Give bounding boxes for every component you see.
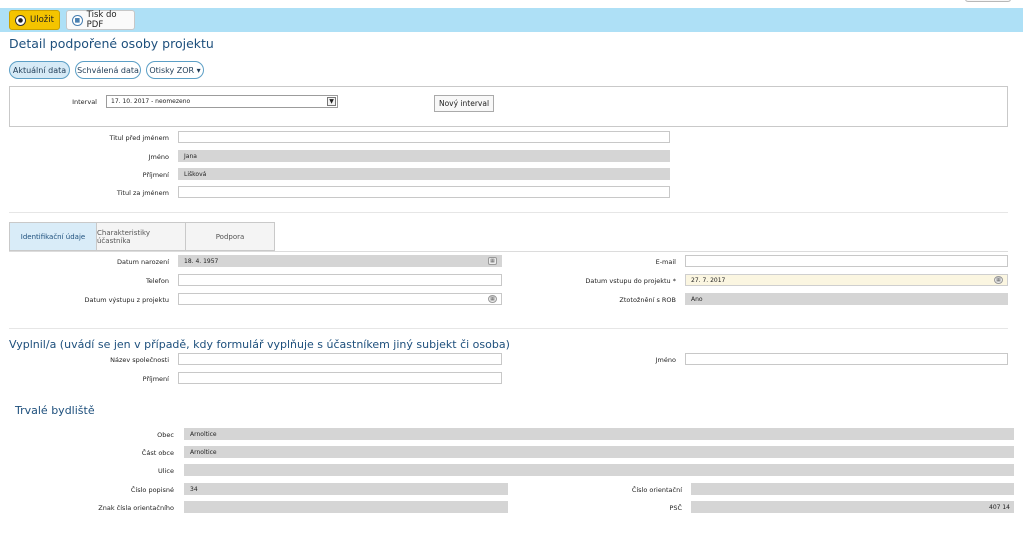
print-pdf-label: Tisk do PDF (86, 10, 117, 30)
chevron-down-icon: ▼ (327, 97, 336, 106)
title-before-label: Titul před jménem (109, 134, 169, 142)
birth-date-value: 18. 4. 1957 (184, 257, 219, 265)
co-sign-label: Znak čísla orientačního (98, 504, 174, 512)
lock-icon: ● (15, 14, 26, 26)
zor-dropdown[interactable]: Otisky ZOR ▾ (146, 61, 204, 79)
new-interval-button[interactable]: Nový interval (434, 95, 494, 112)
tab-support[interactable]: Podpora (185, 222, 275, 251)
tab-current-data[interactable]: Aktuální data (9, 61, 70, 79)
calendar-icon: ▦ (488, 257, 497, 265)
birth-date-field: 18. 4. 1957 ▦ (178, 255, 502, 267)
part-label: Část obce (141, 449, 174, 457)
print-icon: ■ (72, 14, 83, 26)
company-label: Název společnosti (110, 356, 169, 364)
phone-label: Telefon (145, 277, 169, 285)
divider (9, 212, 1008, 213)
first-name-field: Jana (178, 150, 670, 162)
first-name-label: Jméno (148, 153, 169, 161)
entry-date-label: Datum vstupu do projektu * (585, 277, 676, 285)
birth-date-label: Datum narození (117, 258, 169, 266)
zip-field: 407 14 (691, 501, 1014, 513)
address-title: Trvalé bydliště (15, 404, 95, 417)
filled-first-name-field[interactable] (685, 353, 1008, 365)
exit-date-label: Datum výstupu z projektu (84, 296, 169, 304)
title-after-field[interactable] (178, 186, 670, 198)
filled-last-name-field[interactable] (178, 372, 502, 384)
cp-field: 34 (184, 483, 508, 495)
entry-date-value: 27. 7. 2017 (691, 276, 726, 284)
phone-field[interactable] (178, 274, 502, 286)
city-field: Arnoltice (184, 428, 1014, 440)
tabs-underline (9, 251, 1008, 252)
co-sign-field (184, 501, 508, 513)
filled-by-title: Vyplnil/a (uvádí se jen v případě, kdy f… (9, 338, 510, 351)
page-title: Detail podpořené osoby projektu (9, 36, 214, 51)
divider (9, 328, 1008, 329)
filled-last-name-label: Příjmení (142, 375, 169, 383)
save-label: Uložit (30, 15, 54, 25)
rob-label: Ztotožnění s ROB (619, 296, 676, 304)
email-label: E-mail (655, 258, 676, 266)
save-button[interactable]: ● Uložit (9, 10, 60, 30)
email-field[interactable] (685, 255, 1008, 267)
street-label: Ulice (158, 467, 174, 475)
interval-select[interactable]: 17. 10. 2017 - neomezeno ▼ (106, 95, 338, 108)
calendar-icon[interactable]: ▦ (994, 276, 1003, 284)
last-name-label: Příjmení (142, 171, 169, 179)
toolbar (0, 8, 1023, 32)
tab-characteristics[interactable]: Charakteristiky účastníka (96, 222, 186, 251)
part-field: Arnoltice (184, 446, 1014, 458)
last-name-field: Lišková (178, 168, 670, 180)
title-before-field[interactable] (178, 131, 670, 143)
filled-first-name-label: Jméno (655, 356, 676, 364)
cp-label: Číslo popisné (130, 486, 174, 494)
city-label: Obec (157, 431, 174, 439)
co-label: Číslo orientační (631, 486, 682, 494)
calendar-icon[interactable]: ▦ (488, 295, 497, 303)
co-field (691, 483, 1014, 495)
print-pdf-button[interactable]: ■ Tisk do PDF (66, 10, 135, 30)
exit-date-field[interactable]: ▦ (178, 293, 502, 305)
tab-identification[interactable]: Identifikační údaje (9, 222, 97, 251)
tab-approved-data[interactable]: Schválená data (75, 61, 141, 79)
entry-date-field[interactable]: 27. 7. 2017 ▦ (685, 274, 1008, 286)
title-after-label: Titul za jménem (116, 189, 169, 197)
zip-label: PSČ (669, 504, 682, 512)
interval-label: Interval (72, 98, 97, 106)
interval-value: 17. 10. 2017 - neomezeno (111, 98, 191, 105)
rob-field: Ano (685, 293, 1008, 305)
company-field[interactable] (178, 353, 502, 365)
top-right-button[interactable] (965, 0, 1011, 2)
street-field (184, 464, 1014, 476)
